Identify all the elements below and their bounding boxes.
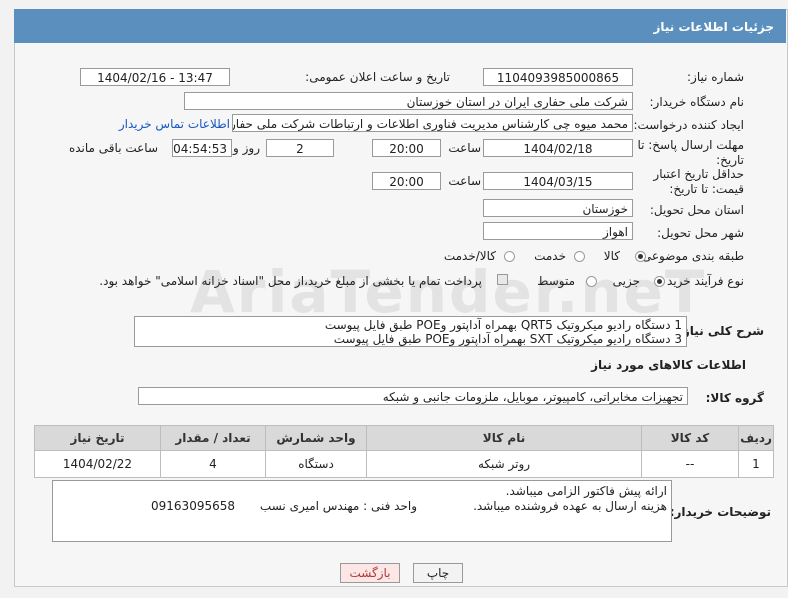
description-line-2: 3 دستگاه رادیو میکروتیک SXT بهمراه آداپت… — [333, 332, 682, 346]
category-goods-radio[interactable] — [635, 251, 646, 262]
price-time-field: 20:00 — [372, 172, 441, 190]
goods-table: ردیف کد کالا نام کالا واحد شمارش تعداد /… — [34, 425, 774, 478]
process-minor-radio[interactable] — [654, 276, 665, 287]
category-goods-label: کالا — [603, 249, 620, 263]
announce-label: تاریخ و ساعت اعلان عمومی: — [305, 70, 450, 84]
col-date: تاریخ نیاز — [34, 425, 161, 451]
reply-date-field: 1404/02/18 — [483, 139, 633, 157]
city-field: اهواز — [483, 222, 633, 240]
col-name: نام کالا — [366, 425, 642, 451]
reply-time-field: 20:00 — [372, 139, 441, 157]
treasury-payment-note: پرداخت تمام یا بخشی از مبلغ خرید،از محل … — [99, 274, 482, 288]
remaining-label: ساعت باقی مانده — [68, 141, 158, 155]
cell-date: 1404/02/22 — [34, 450, 161, 478]
price-date-field: 1404/03/15 — [483, 172, 633, 190]
col-row: ردیف — [738, 425, 774, 451]
treasury-payment-checkbox[interactable] — [497, 274, 508, 285]
buyer-notes-phone: 09163095658 — [151, 499, 235, 513]
price-validity-label: حداقل تاریخ اعتبار قیمت: تا تاریخ: — [653, 167, 744, 196]
need-number-field: 1104093985000865 — [483, 68, 633, 86]
process-medium-label: متوسط — [537, 274, 575, 288]
description-textarea[interactable]: 1 دستگاه رادیو میکروتیک QRT5 بهمراه آداپ… — [134, 316, 687, 347]
col-code: کد کالا — [641, 425, 739, 451]
province-label: استان محل تحویل: — [649, 203, 744, 217]
reply-deadline-label: مهلت ارسال پاسخ: تا تاریخ: — [637, 138, 744, 167]
goods-table-header: ردیف کد کالا نام کالا واحد شمارش تعداد /… — [34, 425, 774, 451]
price-time-label: ساعت — [448, 174, 481, 188]
cell-row: 1 — [738, 450, 774, 478]
days-label: روز و — [233, 141, 260, 155]
cell-qty: 4 — [160, 450, 266, 478]
province-field: خوزستان — [483, 199, 633, 217]
table-row[interactable]: 1 -- روتر شبکه دستگاه 4 1404/02/22 — [34, 450, 774, 478]
back-button[interactable]: بازگشت — [340, 563, 400, 583]
cell-name: روتر شبکه — [366, 450, 642, 478]
days-field: 2 — [266, 139, 334, 157]
reply-time-label: ساعت — [448, 141, 481, 155]
buyer-notes-label: توضیحات خریدار: — [669, 505, 771, 519]
need-number-label: شماره نیاز: — [687, 70, 744, 84]
process-label: نوع فرآیند خرید : — [659, 274, 744, 288]
cell-code: -- — [641, 450, 739, 478]
buyer-notes-line-2: هزینه ارسال به عهده فروشنده میباشد. — [473, 499, 667, 513]
goods-section-title: اطلاعات کالاهای مورد نیاز — [591, 358, 746, 372]
remaining-time-field: 04:54:53 — [172, 139, 232, 157]
panel-header: جزئیات اطلاعات نیاز — [14, 9, 786, 43]
col-unit: واحد شمارش — [265, 425, 367, 451]
contact-buyer-link[interactable]: اطلاعات تماس خریدار — [119, 117, 230, 131]
category-label: طبقه بندی موضوعی: — [637, 249, 744, 263]
buyer-notes-unit: واحد فنی : مهندس امیری نسب — [259, 499, 417, 513]
category-service-radio[interactable] — [574, 251, 585, 262]
process-minor-label: جزیی — [612, 274, 640, 288]
buyer-notes-line-1: ارائه پیش فاکتور الزامی میباشد. — [505, 484, 667, 498]
goods-group-field: تجهیزات مخابراتی، کامپیوتر، موبایل، ملزو… — [138, 387, 688, 405]
buyer-org-field: شرکت ملی حفاری ایران در استان خوزستان — [184, 92, 633, 110]
cell-unit: دستگاه — [265, 450, 367, 478]
process-medium-radio[interactable] — [586, 276, 597, 287]
category-goods-service-radio[interactable] — [504, 251, 515, 262]
description-label: شرح کلی نیاز: — [678, 324, 764, 338]
category-service-label: خدمت — [534, 249, 566, 263]
category-goods-service-label: کالا/خدمت — [443, 249, 496, 263]
page-title: جزئیات اطلاعات نیاز — [653, 20, 774, 34]
city-label: شهر محل تحویل: — [657, 226, 744, 240]
announce-field: 1404/02/16 - 13:47 — [80, 68, 230, 86]
buyer-org-label: نام دستگاه خریدار: — [649, 95, 745, 109]
buyer-notes-box: ارائه پیش فاکتور الزامی میباشد. هزینه ار… — [52, 480, 672, 542]
col-qty: تعداد / مقدار — [160, 425, 266, 451]
creator-field: محمد میوه چی کارشناس مدیریت فناوری اطلاع… — [232, 114, 633, 132]
print-button[interactable]: چاپ — [413, 563, 463, 583]
goods-group-label: گروه کالا: — [705, 391, 764, 405]
creator-label: ایجاد کننده درخواست: — [633, 118, 744, 132]
description-line-1: 1 دستگاه رادیو میکروتیک QRT5 بهمراه آداپ… — [324, 318, 682, 332]
